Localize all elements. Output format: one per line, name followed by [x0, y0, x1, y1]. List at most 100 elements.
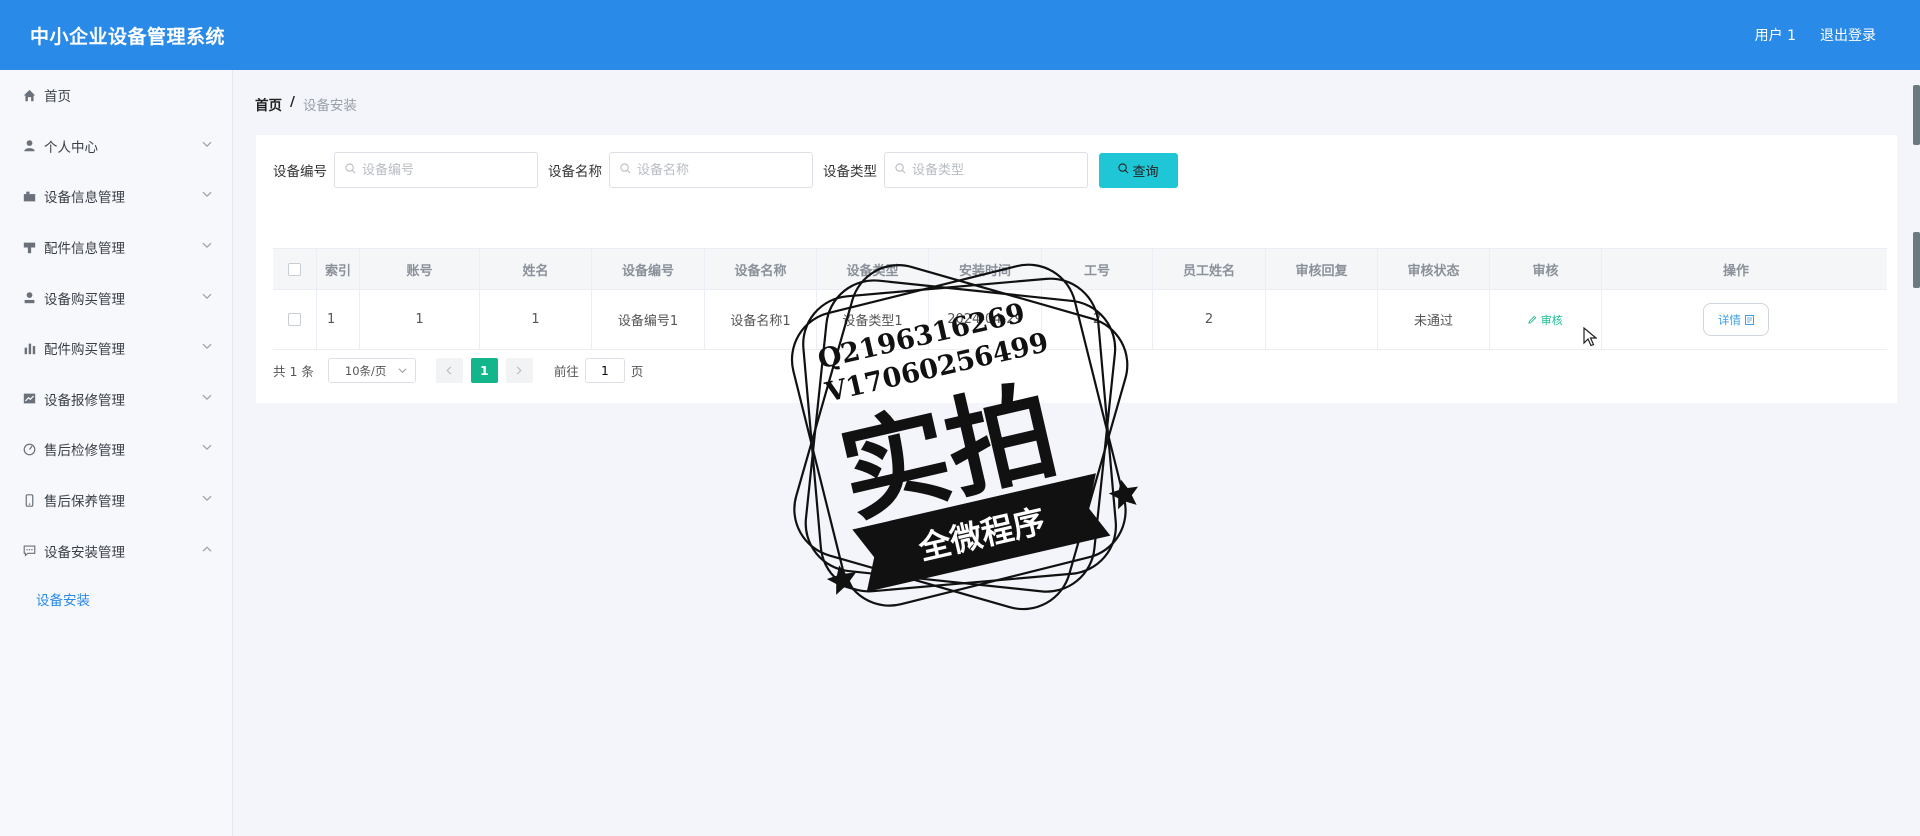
gauge-icon	[22, 442, 36, 456]
column-header: 姓名	[480, 249, 592, 289]
chat-icon	[22, 544, 36, 558]
device-no-input[interactable]	[362, 162, 522, 178]
sidebar-item-device-purchase[interactable]: 设备购买管理	[0, 272, 232, 323]
chevron-down-icon	[202, 188, 212, 204]
scrollbar-thumb[interactable]	[1913, 232, 1920, 288]
column-header: 设备编号	[592, 249, 705, 289]
sidebar: 首页 个人中心 设备信息管理 配件信息管理 设备购买管理 配件购买管理 设备报修…	[0, 70, 233, 836]
app-title: 中小企业设备管理系统	[30, 25, 226, 48]
chevron-right-icon	[517, 366, 522, 375]
chevron-up-icon	[202, 542, 212, 558]
search-icon	[1118, 162, 1129, 178]
sidebar-item-label: 设备信息管理	[44, 190, 125, 207]
sidebar-item-installation[interactable]: 设备安装管理	[0, 525, 232, 576]
breadcrumb-separator: /	[290, 94, 295, 110]
select-all-checkbox[interactable]	[288, 262, 301, 276]
row-checkbox[interactable]	[288, 313, 301, 326]
goto-suffix: 页	[630, 364, 644, 379]
chevron-down-icon	[202, 289, 212, 305]
query-button-label: 查询	[1132, 164, 1159, 180]
sidebar-item-personal[interactable]: 个人中心	[0, 121, 232, 172]
current-user[interactable]: 用户 1	[1755, 25, 1796, 45]
watermark-stamp: Q2196316269 V17060256499 实拍 全微程序	[790, 263, 1139, 611]
sidebar-item-maintenance[interactable]: 售后保养管理	[0, 475, 232, 526]
column-header: 审核回复	[1266, 249, 1378, 289]
detail-button-label: 详情	[1718, 312, 1741, 327]
page-size-value: 10条/页	[344, 363, 387, 378]
sidebar-item-label: 设备安装管理	[44, 544, 125, 561]
goto-page-input[interactable]	[584, 358, 625, 383]
device-name-input[interactable]	[637, 162, 797, 178]
sidebar-item-inspection[interactable]: 售后检修管理	[0, 424, 232, 475]
cell-device-no: 设备编号1	[592, 290, 705, 349]
sidebar-item-device-info[interactable]: 设备信息管理	[0, 171, 232, 222]
search-bar: 设备编号 设备名称 设备类型 查询	[273, 152, 1178, 188]
device-no-label: 设备编号	[273, 164, 327, 180]
search-icon	[345, 163, 356, 177]
logout-button[interactable]: 退出登录	[1820, 25, 1876, 45]
chevron-left-icon	[446, 366, 452, 375]
pagination: 共 1 条 10条/页 1 前往 页	[273, 358, 643, 383]
column-header: 账号	[360, 249, 480, 289]
cell-name: 1	[480, 290, 592, 349]
column-header: 索引	[317, 249, 360, 289]
breadcrumb: 首页 / 设备安装	[255, 94, 357, 114]
search-icon	[895, 163, 906, 177]
header-actions: 用户 1 退出登录	[1755, 25, 1876, 45]
query-button[interactable]: 查询	[1099, 152, 1178, 188]
device-type-label: 设备类型	[823, 164, 877, 180]
mouse-cursor-icon	[1583, 326, 1598, 351]
cell-account: 1	[360, 290, 480, 349]
chart-icon	[22, 392, 36, 406]
edit-icon	[1528, 315, 1537, 324]
search-icon	[620, 163, 631, 177]
goto-page: 前往 页	[553, 358, 644, 383]
chevron-down-icon	[202, 390, 212, 406]
document-icon	[1745, 314, 1754, 325]
scrollbar-thumb-top[interactable]	[1913, 85, 1920, 145]
audit-link-label: 审核	[1540, 313, 1563, 327]
audit-link[interactable]: 审核	[1528, 312, 1563, 328]
top-header: 中小企业设备管理系统 用户 1 退出登录	[0, 0, 1920, 70]
chevron-down-icon	[202, 137, 212, 153]
page-size-select[interactable]: 10条/页	[327, 358, 416, 383]
sidebar-item-label: 售后检修管理	[44, 443, 125, 460]
device-icon	[22, 189, 36, 203]
sidebar-item-repair[interactable]: 设备报修管理	[0, 374, 232, 425]
phone-icon	[22, 493, 36, 507]
device-name-label: 设备名称	[548, 164, 602, 180]
next-page-button[interactable]	[505, 358, 533, 383]
cell-actions: 详情	[1602, 290, 1870, 349]
cell-reply	[1266, 290, 1378, 349]
total-count: 共 1 条	[273, 364, 314, 379]
page-number-button[interactable]: 1	[470, 358, 498, 383]
row-select	[273, 290, 317, 349]
sidebar-item-part-purchase[interactable]: 配件购买管理	[0, 323, 232, 374]
device-name-field	[609, 152, 813, 188]
column-header: 审核	[1490, 249, 1602, 289]
breadcrumb-current: 设备安装	[302, 98, 357, 114]
prev-page-button[interactable]	[435, 358, 463, 383]
sidebar-item-label: 个人中心	[44, 139, 98, 156]
goto-prefix: 前往	[553, 364, 579, 379]
part-icon	[22, 240, 36, 254]
chevron-down-icon	[202, 491, 212, 507]
sidebar-subitem-installation[interactable]: 设备安装	[0, 576, 232, 622]
column-header: 操作	[1722, 263, 1749, 279]
sidebar-item-part-info[interactable]: 配件信息管理	[0, 222, 232, 273]
sidebar-item-label: 配件购买管理	[44, 342, 125, 359]
sidebar-item-home[interactable]: 首页	[0, 70, 232, 121]
detail-button[interactable]: 详情	[1703, 303, 1769, 336]
device-type-field	[884, 152, 1088, 188]
breadcrumb-home[interactable]: 首页	[255, 94, 282, 114]
chevron-down-icon	[202, 339, 212, 355]
cell-status: 未通过	[1378, 290, 1490, 349]
device-no-field	[334, 152, 538, 188]
user-icon	[22, 139, 36, 153]
sidebar-item-label: 售后保养管理	[44, 494, 125, 511]
column-header: 审核状态	[1378, 249, 1490, 289]
home-icon	[22, 88, 36, 102]
device-type-input[interactable]	[912, 162, 1072, 178]
header-select-all	[273, 249, 317, 289]
chevron-down-icon	[398, 364, 407, 378]
